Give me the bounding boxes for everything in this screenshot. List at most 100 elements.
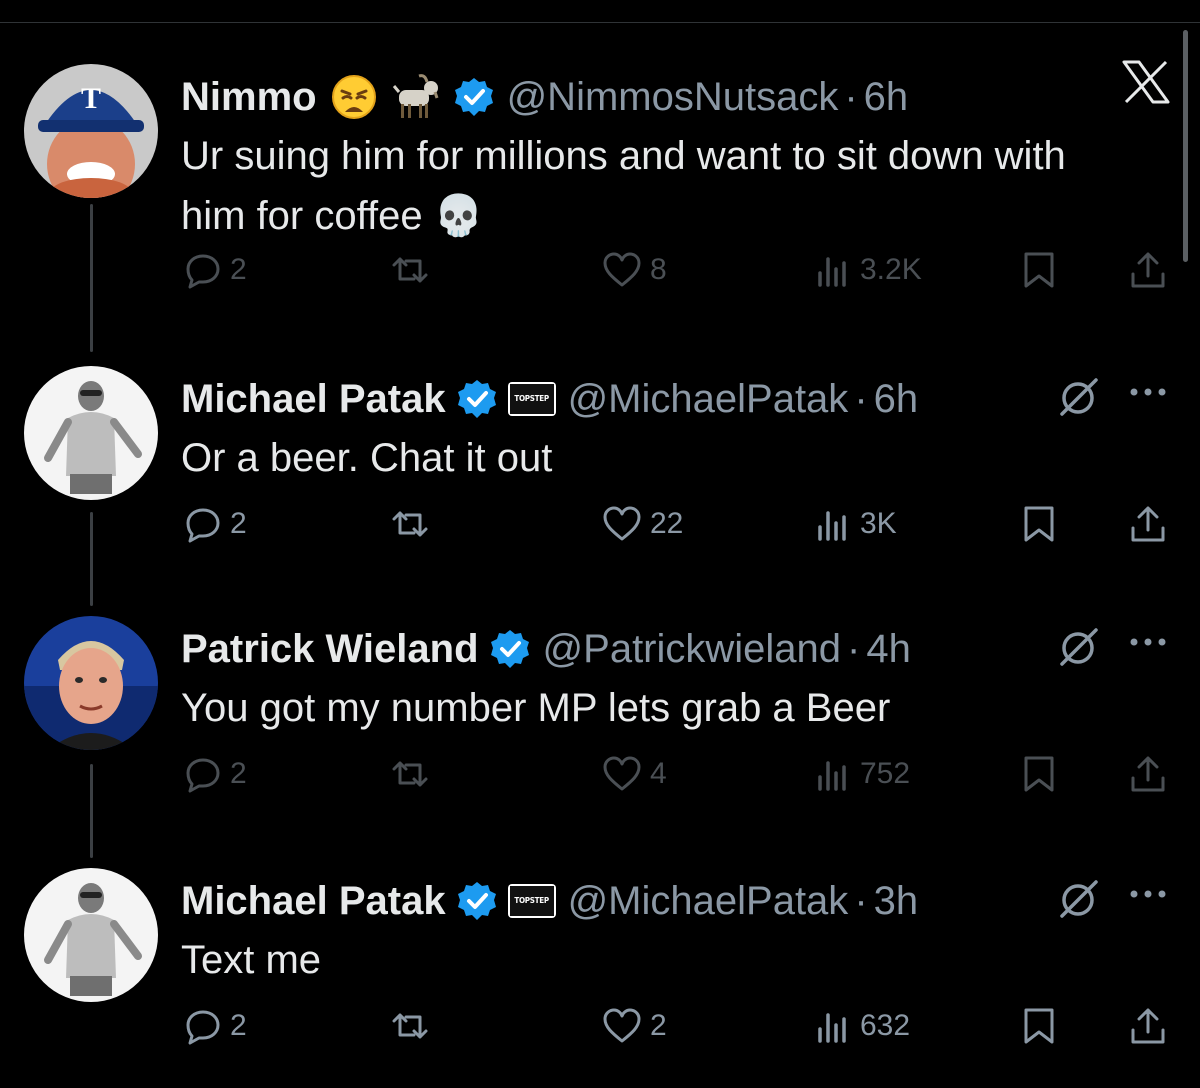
- share-button[interactable]: [1128, 500, 1168, 548]
- share-button[interactable]: [1128, 246, 1168, 294]
- affiliation-label: TOPSTEP: [509, 886, 554, 916]
- heart-icon: [603, 756, 641, 791]
- grok-icon[interactable]: [1056, 374, 1104, 423]
- repost-icon: [392, 511, 428, 537]
- tweet-actions: 2 4 752: [0, 750, 1200, 798]
- repost-button[interactable]: [388, 500, 432, 548]
- share-icon: [1131, 1008, 1165, 1044]
- avatar[interactable]: T: [24, 64, 158, 198]
- display-name[interactable]: Nimmo: [181, 75, 317, 120]
- bookmark-button[interactable]: [1020, 246, 1058, 294]
- verified-badge-icon[interactable]: [489, 628, 531, 670]
- view-count: 632: [860, 1009, 911, 1042]
- share-button[interactable]: [1128, 750, 1168, 798]
- like-button[interactable]: 2: [602, 1002, 667, 1050]
- grok-icon[interactable]: [1056, 876, 1104, 925]
- bookmark-icon: [1024, 756, 1054, 792]
- timestamp[interactable]: 4h: [866, 627, 911, 672]
- avatar[interactable]: [24, 868, 158, 1002]
- user-handle[interactable]: @Patrickwieland: [543, 627, 842, 672]
- repost-button[interactable]: [388, 246, 432, 294]
- tweet-actions: 2 2 632: [0, 1002, 1200, 1050]
- bookmark-button[interactable]: [1020, 750, 1058, 798]
- share-button[interactable]: [1128, 1002, 1168, 1050]
- affiliation-label: TOPSTEP: [509, 384, 554, 414]
- grok-icon[interactable]: [1056, 624, 1104, 673]
- reply-button[interactable]: 2: [184, 750, 247, 798]
- verified-badge-icon[interactable]: [456, 880, 498, 922]
- timestamp[interactable]: 3h: [874, 879, 919, 924]
- repost-icon: [392, 761, 428, 787]
- avatar[interactable]: [24, 616, 158, 750]
- timestamp[interactable]: 6h: [864, 75, 909, 120]
- tweet-header: Michael Patak TOPSTEP @MichaelPatak · 6h: [181, 374, 918, 424]
- reply-button[interactable]: 2: [184, 500, 247, 548]
- reply-count: 2: [230, 757, 247, 790]
- user-handle[interactable]: @NimmosNutsack: [507, 75, 839, 120]
- more-options-icon[interactable]: [1128, 384, 1168, 405]
- views-button[interactable]: 752: [814, 750, 910, 798]
- views-button[interactable]: 3.2K: [814, 246, 922, 294]
- more-options-icon[interactable]: [1128, 634, 1168, 655]
- views-chart-icon: [818, 1013, 846, 1043]
- repost-button[interactable]: [388, 1002, 432, 1050]
- heart-icon: [603, 252, 641, 287]
- timestamp[interactable]: 6h: [874, 377, 919, 422]
- share-icon: [1131, 756, 1165, 792]
- user-handle[interactable]: @MichaelPatak: [568, 377, 849, 422]
- separator-dot: ·: [847, 626, 861, 671]
- share-icon: [1131, 506, 1165, 542]
- like-button[interactable]: 22: [602, 500, 683, 548]
- view-count: 3K: [860, 507, 897, 540]
- display-name[interactable]: Patrick Wieland: [181, 627, 479, 672]
- avatar[interactable]: [24, 366, 158, 500]
- weary-face-emoji-icon: [331, 74, 377, 120]
- like-count: 22: [650, 507, 684, 540]
- bookmark-icon: [1024, 506, 1054, 542]
- views-button[interactable]: 632: [814, 1002, 910, 1050]
- repost-icon: [392, 1013, 428, 1039]
- tweet-header: Nimmo @NimmosNutsack · 6h: [181, 72, 908, 122]
- bookmark-icon: [1024, 252, 1054, 288]
- display-name[interactable]: Michael Patak: [181, 879, 446, 924]
- affiliation-badge-icon[interactable]: TOPSTEP: [507, 382, 556, 416]
- more-options-icon[interactable]: [1128, 886, 1168, 907]
- top-divider: [0, 22, 1200, 23]
- reply-button[interactable]: 2: [184, 1002, 247, 1050]
- heart-icon: [603, 1008, 641, 1043]
- user-handle[interactable]: @MichaelPatak: [568, 879, 849, 924]
- views-chart-icon: [818, 761, 846, 791]
- reply-icon: [186, 1010, 220, 1045]
- reply-count: 2: [230, 1009, 247, 1042]
- bookmark-button[interactable]: [1020, 500, 1058, 548]
- affiliation-badge-icon[interactable]: TOPSTEP: [507, 884, 556, 918]
- view-count: 3.2K: [860, 253, 922, 286]
- reply-button[interactable]: 2: [184, 246, 247, 294]
- like-count: 8: [650, 253, 667, 286]
- display-name[interactable]: Michael Patak: [181, 377, 446, 422]
- heart-icon: [603, 506, 641, 541]
- like-button[interactable]: 8: [602, 246, 667, 294]
- goat-emoji-icon: [391, 74, 441, 120]
- x-logo-icon: [1120, 58, 1172, 111]
- bookmark-icon: [1024, 1008, 1054, 1044]
- scrollbar[interactable]: [1183, 30, 1188, 262]
- reply-icon: [186, 254, 220, 289]
- like-button[interactable]: 4: [602, 750, 667, 798]
- tweet-text: You got my number MP lets grab a Beer: [181, 686, 891, 730]
- views-button[interactable]: 3K: [814, 500, 897, 548]
- reply-icon: [186, 508, 220, 543]
- tweet-text: Text me: [181, 938, 322, 982]
- verified-badge-icon[interactable]: [456, 378, 498, 420]
- separator-dot: ·: [854, 376, 868, 421]
- separator-dot: ·: [854, 878, 868, 923]
- like-count: 4: [650, 757, 667, 790]
- like-count: 2: [650, 1009, 667, 1042]
- tweet-text: Or a beer. Chat it out: [181, 436, 553, 480]
- tweet-text: Ur suing him for millions and want to si…: [181, 134, 1066, 238]
- tweet-actions: 2 22 3K: [0, 500, 1200, 548]
- bookmark-button[interactable]: [1020, 1002, 1058, 1050]
- reply-count: 2: [230, 507, 247, 540]
- verified-badge-icon[interactable]: [453, 76, 495, 118]
- repost-button[interactable]: [388, 750, 432, 798]
